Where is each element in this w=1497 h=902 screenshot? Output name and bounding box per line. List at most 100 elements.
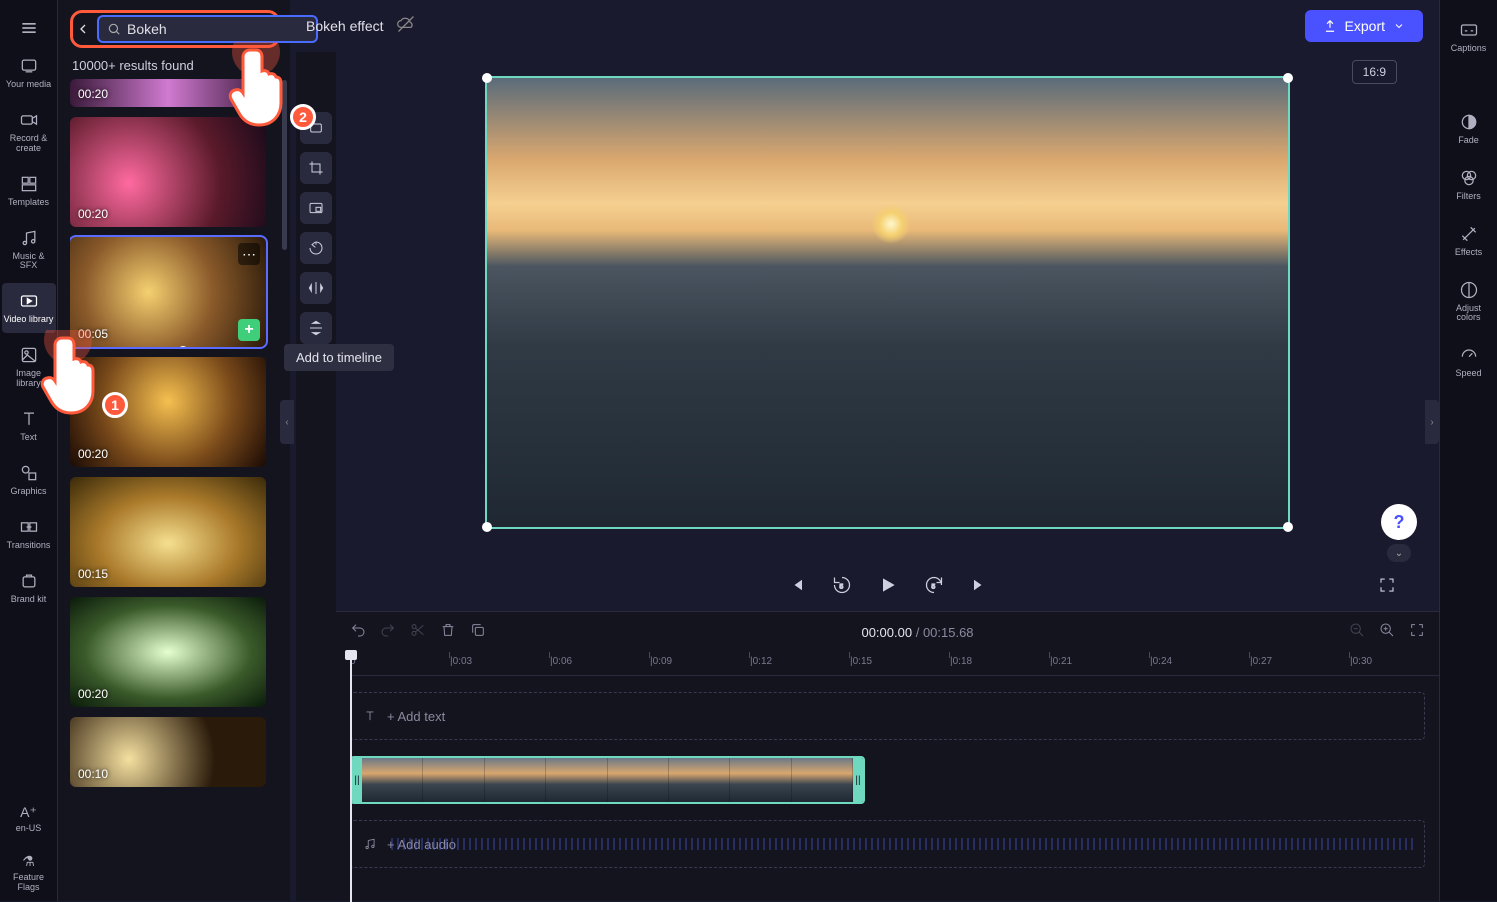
- sidebar-item-your-media[interactable]: Your media: [2, 48, 56, 98]
- sidebar-item-record-create[interactable]: Record & create: [2, 102, 56, 162]
- results-list: 00:20 00:20 00:05 ⋯ + 00:20 00:15 00:20 …: [70, 79, 280, 901]
- fit-tool[interactable]: [300, 112, 332, 144]
- globe-icon: A⁺: [20, 805, 37, 820]
- label: Speed: [1455, 369, 1481, 379]
- clip-trim-right[interactable]: ||: [853, 758, 863, 802]
- export-button[interactable]: Export: [1305, 10, 1423, 42]
- label: Captions: [1451, 44, 1487, 54]
- resize-handle[interactable]: [1283, 522, 1293, 532]
- ruler-tick: |0:30: [1350, 656, 1372, 667]
- fullscreen-button[interactable]: [1375, 573, 1399, 597]
- split-button[interactable]: [410, 622, 426, 643]
- video-thumb[interactable]: 00:20: [70, 79, 266, 107]
- results-scrollbar[interactable]: [282, 80, 287, 250]
- project-title[interactable]: Bokeh effect: [306, 18, 384, 34]
- audio-track[interactable]: + Add audio: [350, 820, 1425, 868]
- help-expand-button[interactable]: ⌄: [1387, 544, 1411, 562]
- flip-vertical-tool[interactable]: [300, 312, 332, 344]
- resize-handle[interactable]: [1283, 73, 1293, 83]
- play-button[interactable]: [876, 573, 900, 597]
- redo-button[interactable]: [380, 622, 396, 643]
- video-library-panel: 10000+ results found 00:20 00:20 00:05 ⋯…: [58, 0, 290, 901]
- delete-button[interactable]: [440, 622, 456, 643]
- resize-handle[interactable]: [482, 73, 492, 83]
- sidebar-item-video-library[interactable]: Video library: [2, 283, 56, 333]
- cloud-sync-icon[interactable]: [396, 14, 416, 39]
- video-thumb[interactable]: 00:20: [70, 357, 266, 467]
- hamburger-menu[interactable]: [2, 12, 56, 44]
- add-to-timeline-button[interactable]: +: [238, 319, 260, 341]
- video-thumb[interactable]: 00:05 ⋯ +: [70, 237, 266, 347]
- label: Transitions: [7, 541, 51, 551]
- duration-label: 00:20: [78, 687, 108, 701]
- rotate-tool[interactable]: [300, 232, 332, 264]
- sidebar-item-graphics[interactable]: Graphics: [2, 455, 56, 505]
- right-item-filters[interactable]: Filters: [1442, 160, 1496, 210]
- label: Record & create: [4, 134, 54, 154]
- sidebar-item-templates[interactable]: Templates: [2, 166, 56, 216]
- right-item-adjust-colors[interactable]: Adjust colors: [1442, 272, 1496, 332]
- ruler-tick: |0:12: [750, 656, 772, 667]
- forward-button[interactable]: 5: [922, 573, 946, 597]
- back-button[interactable]: [75, 15, 91, 43]
- video-track[interactable]: || ||: [350, 756, 1425, 804]
- help-button[interactable]: ?: [1381, 504, 1417, 540]
- canvas-tools: [296, 52, 336, 901]
- video-thumb[interactable]: 00:20: [70, 117, 266, 227]
- current-time: 00:00.00: [861, 625, 912, 640]
- sidebar-item-image-library[interactable]: Image library: [2, 337, 56, 397]
- timeline-ruler[interactable]: 0 |0:03 |0:06 |0:09 |0:12 |0:15 |0:18 |0…: [350, 652, 1439, 676]
- playback-controls: 5 5: [336, 563, 1439, 611]
- flip-horizontal-tool[interactable]: [300, 272, 332, 304]
- search-input-wrapper[interactable]: [97, 15, 318, 43]
- locale-button[interactable]: A⁺ en-US: [2, 797, 56, 842]
- video-thumb[interactable]: 00:10: [70, 717, 266, 787]
- duration-label: 00:20: [78, 447, 108, 461]
- right-item-fade[interactable]: Fade: [1442, 104, 1496, 154]
- right-item-captions[interactable]: Captions: [1442, 12, 1496, 62]
- duplicate-button[interactable]: [470, 622, 486, 643]
- undo-button[interactable]: [350, 622, 366, 643]
- zoom-fit-button[interactable]: [1409, 622, 1425, 643]
- playhead[interactable]: [350, 652, 352, 902]
- right-item-speed[interactable]: Speed: [1442, 337, 1496, 387]
- right-item-effects[interactable]: Effects: [1442, 216, 1496, 266]
- pip-tool[interactable]: [300, 192, 332, 224]
- timecode-display: 00:00.00 / 00:15.68: [861, 625, 973, 640]
- results-count-label: 10000+ results found: [72, 58, 278, 73]
- right-rail: Captions Fade Filters Effects Adjust col…: [1439, 0, 1497, 901]
- preview-canvas[interactable]: [485, 76, 1290, 529]
- label: Music & SFX: [4, 252, 54, 272]
- sidebar-item-brand-kit[interactable]: Brand kit: [2, 563, 56, 613]
- sidebar-item-text[interactable]: Text: [2, 401, 56, 451]
- sidebar-item-transitions[interactable]: Transitions: [2, 509, 56, 559]
- zoom-in-button[interactable]: [1379, 622, 1395, 643]
- sidebar-item-music-sfx[interactable]: Music & SFX: [2, 220, 56, 280]
- video-clip[interactable]: || ||: [350, 756, 865, 804]
- clip-trim-left[interactable]: ||: [352, 758, 362, 802]
- skip-forward-button[interactable]: [968, 573, 992, 597]
- video-thumb[interactable]: 00:20: [70, 597, 266, 707]
- timeline-panel: 00:00.00 / 00:15.68 0 |0:03: [336, 611, 1439, 901]
- search-input[interactable]: [127, 21, 308, 37]
- add-to-timeline-tooltip: Add to timeline: [284, 344, 394, 371]
- label: Brand kit: [11, 595, 47, 605]
- ruler-tick: |0:27: [1250, 656, 1272, 667]
- top-bar: Bokeh effect Export: [290, 0, 1439, 52]
- export-label: Export: [1345, 18, 1385, 34]
- timeline-toolbar: 00:00.00 / 00:15.68: [336, 612, 1439, 652]
- feature-flags-button[interactable]: ⚗ Feature Flags: [2, 846, 56, 901]
- duration-label: 00:20: [78, 207, 108, 221]
- waveform-placeholder: [391, 838, 1414, 850]
- crop-tool[interactable]: [300, 152, 332, 184]
- resize-handle[interactable]: [482, 522, 492, 532]
- rewind-button[interactable]: 5: [830, 573, 854, 597]
- skip-back-button[interactable]: [784, 573, 808, 597]
- collapse-right-panel-button[interactable]: ›: [1425, 400, 1439, 444]
- text-track[interactable]: + Add text: [350, 692, 1425, 740]
- more-options-button[interactable]: ⋯: [238, 243, 260, 265]
- video-thumb[interactable]: 00:15: [70, 477, 266, 587]
- label: Effects: [1455, 248, 1482, 258]
- zoom-out-button[interactable]: [1349, 622, 1365, 643]
- ruler-tick: |0:15: [850, 656, 872, 667]
